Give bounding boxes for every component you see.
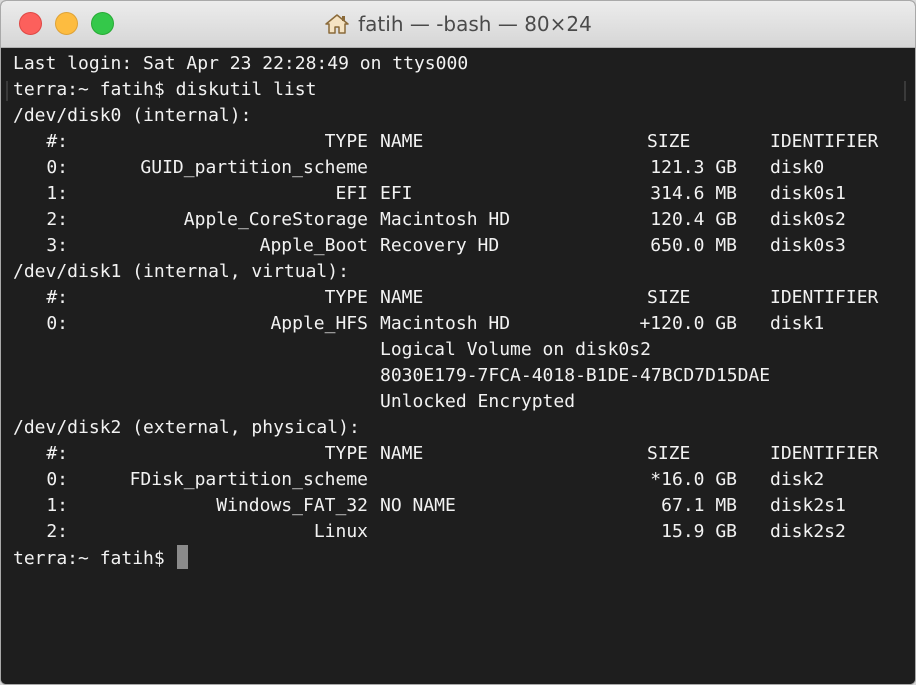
partition-identifier: disk1 <box>770 313 825 334</box>
partition-identifier: disk0 <box>770 157 825 178</box>
partition-num: 0: <box>46 469 68 490</box>
table-header: #: TYPE NAME SIZE IDENTIFIER <box>13 129 903 155</box>
final-prompt-line: terra:~ fatih$ <box>13 545 903 571</box>
partition-identifier: disk0s2 <box>770 209 846 230</box>
partition-size: 121.3 GB <box>650 157 737 178</box>
partition-type: Apple_CoreStorage <box>183 209 368 230</box>
partition-type: FDisk_partition_scheme <box>129 469 368 490</box>
disk-device-line: /dev/disk1 (internal, virtual): <box>13 261 349 282</box>
window-title-area: fatih — -bash — 80×24 <box>1 1 915 47</box>
partition-type: EFI <box>335 183 368 204</box>
table-row: 2: Linux 15.9 GB disk2s2 <box>13 519 903 545</box>
partition-num: 2: <box>46 209 68 230</box>
partition-name: Macintosh HD <box>380 313 511 334</box>
header-name: NAME <box>380 443 424 464</box>
volume-detail-line: 8030E179-7FCA-4018-B1DE-47BCD7D15DAE <box>13 363 903 389</box>
partition-name: Macintosh HD <box>380 209 511 230</box>
header-name: NAME <box>380 131 424 152</box>
partition-type: Windows_FAT_32 <box>216 495 368 516</box>
partition-type: Linux <box>313 521 368 542</box>
header-identifier: IDENTIFIER <box>770 443 879 464</box>
table-header: #: TYPE NAME SIZE IDENTIFIER <box>13 441 903 467</box>
header-num: #: <box>46 131 68 152</box>
header-num: #: <box>46 287 68 308</box>
command-line: terra:~ fatih$ diskutil list <box>13 77 903 103</box>
header-size: SIZE <box>647 131 691 152</box>
header-size: SIZE <box>647 287 691 308</box>
table-row: 2: Apple_CoreStorage Macintosh HD 120.4 GB d… <box>13 207 903 233</box>
partition-type: GUID_partition_scheme <box>140 157 368 178</box>
header-type: TYPE <box>324 443 368 464</box>
partition-identifier: disk0s3 <box>770 235 846 256</box>
header-type: TYPE <box>324 131 368 152</box>
mark-bracket-left <box>6 81 8 101</box>
partition-name: EFI <box>380 183 413 204</box>
volume-detail-line: Unlocked Encrypted <box>13 389 903 415</box>
partition-num: 1: <box>46 495 68 516</box>
volume-detail: Logical Volume on disk0s2 <box>380 339 651 360</box>
volume-detail: Unlocked Encrypted <box>380 391 576 412</box>
partition-size: 120.4 GB <box>650 209 737 230</box>
header-identifier: IDENTIFIER <box>770 287 879 308</box>
partition-num: 2: <box>46 521 68 542</box>
disk-device-line: /dev/disk2 (external, physical): <box>13 417 360 438</box>
table-row: 0: FDisk_partition_scheme *16.0 GB disk2 <box>13 467 903 493</box>
last-login-line: Last login: Sat Apr 23 22:28:49 on ttys0… <box>13 53 469 74</box>
volume-detail: 8030E179-7FCA-4018-B1DE-47BCD7D15DAE <box>380 365 771 386</box>
command-text: diskutil list <box>175 79 317 100</box>
header-identifier: IDENTIFIER <box>770 131 879 152</box>
prompt: terra:~ fatih$ <box>13 548 165 569</box>
partition-size: 314.6 MB <box>650 183 737 204</box>
partition-size: 67.1 MB <box>661 495 737 516</box>
disk-device-line: /dev/disk0 (internal): <box>13 105 252 126</box>
prompt: terra:~ fatih$ <box>13 79 165 100</box>
partition-size: *16.0 GB <box>650 469 737 490</box>
header-name: NAME <box>380 287 424 308</box>
window-title: fatih — -bash — 80×24 <box>358 12 592 36</box>
partition-identifier: disk2s1 <box>770 495 846 516</box>
partition-size: 650.0 MB <box>650 235 737 256</box>
partition-identifier: disk2 <box>770 469 825 490</box>
partition-identifier: disk2s2 <box>770 521 846 542</box>
cursor <box>176 545 188 569</box>
header-num: #: <box>46 443 68 464</box>
partition-num: 0: <box>46 157 68 178</box>
partition-num: 0: <box>46 313 68 334</box>
header-size: SIZE <box>647 443 691 464</box>
partition-type: Apple_Boot <box>259 235 368 256</box>
table-row: 1: EFI EFI 314.6 MB disk0s1 <box>13 181 903 207</box>
table-row: 0: GUID_partition_scheme 121.3 GB disk0 <box>13 155 903 181</box>
table-row: 3: Apple_Boot Recovery HD 650.0 MB disk0s3 <box>13 233 903 259</box>
partition-identifier: disk0s1 <box>770 183 846 204</box>
table-row: 0: Apple_HFS Macintosh HD +120.0 GB disk1 <box>13 311 903 337</box>
title-bar[interactable]: fatih — -bash — 80×24 <box>1 1 915 48</box>
partition-type: Apple_HFS <box>270 313 368 334</box>
partition-size: +120.0 GB <box>639 313 737 334</box>
table-row: 1: Windows_FAT_32 NO NAME 67.1 MB disk2s1 <box>13 493 903 519</box>
partition-num: 3: <box>46 235 68 256</box>
terminal-window: fatih — -bash — 80×24 Last login: Sat Ap… <box>0 0 916 685</box>
mark-bracket-right <box>904 81 906 101</box>
partition-name: NO NAME <box>380 495 456 516</box>
home-icon <box>325 14 349 34</box>
partition-size: 15.9 GB <box>661 521 737 542</box>
header-type: TYPE <box>324 287 368 308</box>
table-header: #: TYPE NAME SIZE IDENTIFIER <box>13 285 903 311</box>
partition-name: Recovery HD <box>380 235 500 256</box>
volume-detail-line: Logical Volume on disk0s2 <box>13 337 903 363</box>
terminal-output[interactable]: Last login: Sat Apr 23 22:28:49 on ttys0… <box>1 48 915 684</box>
partition-num: 1: <box>46 183 68 204</box>
